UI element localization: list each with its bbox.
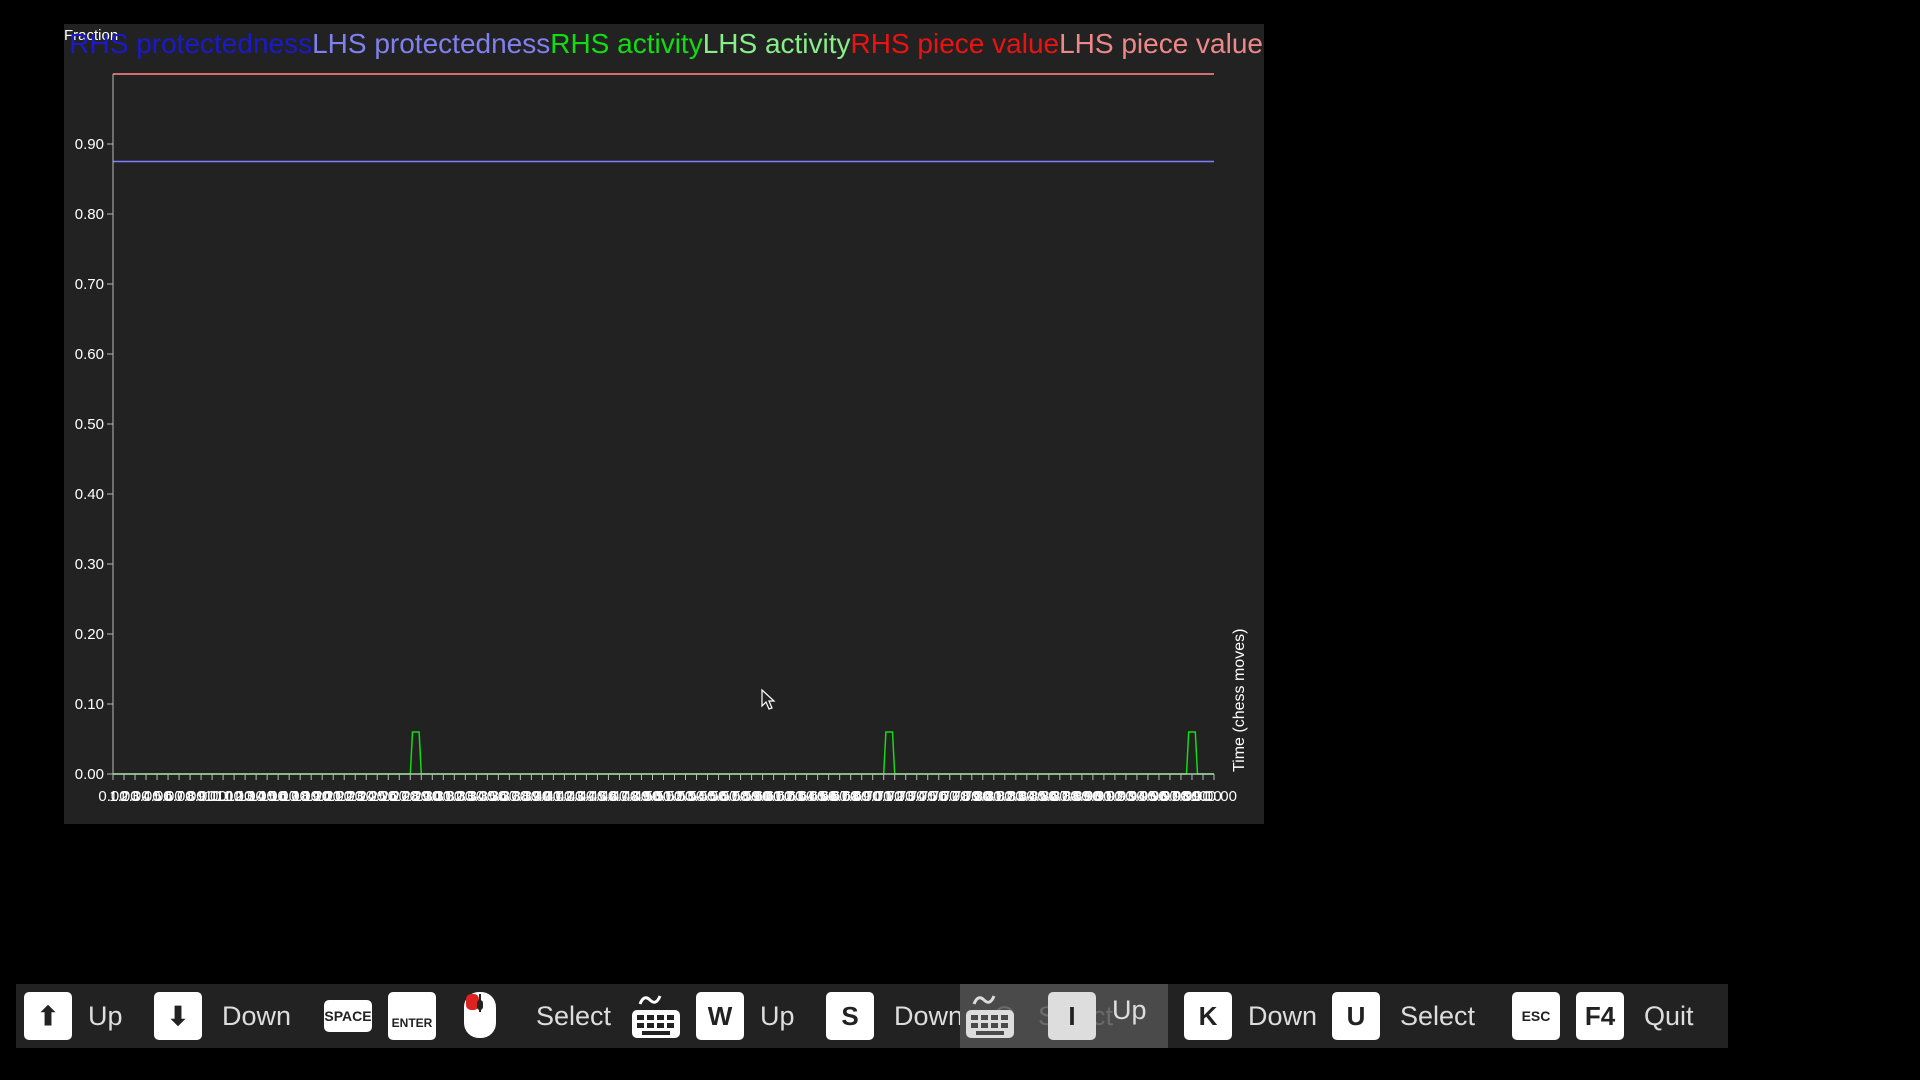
esc-key: ESC [1512,992,1560,1040]
f4-key: F4 [1576,992,1624,1040]
y-tick-label: 0.40 [75,486,104,503]
p2-up-label: Up [760,1001,795,1031]
u-key: U [1332,992,1380,1040]
legend-entry-4: RHS piece value [850,28,1060,59]
keyboard-icon [632,995,680,1038]
y-tick-label: 0.00 [75,766,104,783]
chart-panel: Fraction 0.00 0.10 0.20 0.30 0.40 0.50 0.60 0.7… [64,24,1264,824]
p3-select-label: Select [1400,1001,1476,1031]
mouse-cursor-icon [761,688,776,710]
legend-entry-5: LHS piece value [1059,28,1263,59]
k-key: K [1184,992,1232,1040]
y-tick-label: 0.60 [75,346,104,363]
series-line-2 [113,731,1214,775]
enter-key: ENTER [388,992,436,1040]
chart-legend: RHS protectednessLHS protectednessRHS ac… [0,26,1263,62]
p1-down-label: Down [222,1001,292,1031]
controls-bar: ⬆ Up ⬇ Down SPACE ENTER Select W Up S Do… [16,984,1728,1048]
space-key: SPACE [324,1000,372,1032]
y-tick-label: 0.80 [75,206,104,223]
x-axis-title: Time (chess moves) [1231,629,1248,772]
mouse-icon [464,992,496,1038]
series-layer [113,73,1214,775]
p1-select-label: Select [536,1001,612,1031]
x-axis-ticks: 0.001.002.003.004.005.006.007.008.009.00… [98,774,1237,805]
y-tick-label: 0.10 [75,696,104,713]
legend-entry-0: RHS protectedness [69,28,313,59]
p3-down-label: Down [1248,1001,1318,1031]
p3-up-label: Up [1112,995,1147,1025]
p2-down-label: Down [894,1001,964,1031]
w-key: W [696,992,744,1040]
p1-up-label: Up [88,1001,123,1031]
y-axis-ticks: 0.00 0.10 0.20 0.30 0.40 0.50 0.60 0.70 0.80 0.90 [75,136,113,783]
y-tick-label: 0.70 [75,276,104,293]
up-arrow-key: ⬆ [24,992,72,1040]
legend-entry-1: LHS protectedness [312,28,551,59]
s-key: S [826,992,874,1040]
legend-entry-2: RHS activity [550,28,703,59]
y-tick-label: 0.30 [75,556,104,573]
keyboard-icon-2 [966,995,1014,1038]
y-tick-label: 0.50 [75,416,104,433]
y-tick-label: 0.90 [75,136,104,153]
down-arrow-key: ⬇ [154,992,202,1040]
x-tick-label: 100.00 [1191,788,1237,805]
overlapping-controls-box: Q Select I Up [960,984,1168,1048]
legend-entry-3: LHS activity [702,28,851,59]
i-key: I [1048,992,1096,1040]
y-tick-label: 0.20 [75,626,104,643]
line-chart: Fraction 0.000.100.200.300.400.500.600.7… [64,27,1248,805]
quit-label: Quit [1644,1001,1694,1031]
